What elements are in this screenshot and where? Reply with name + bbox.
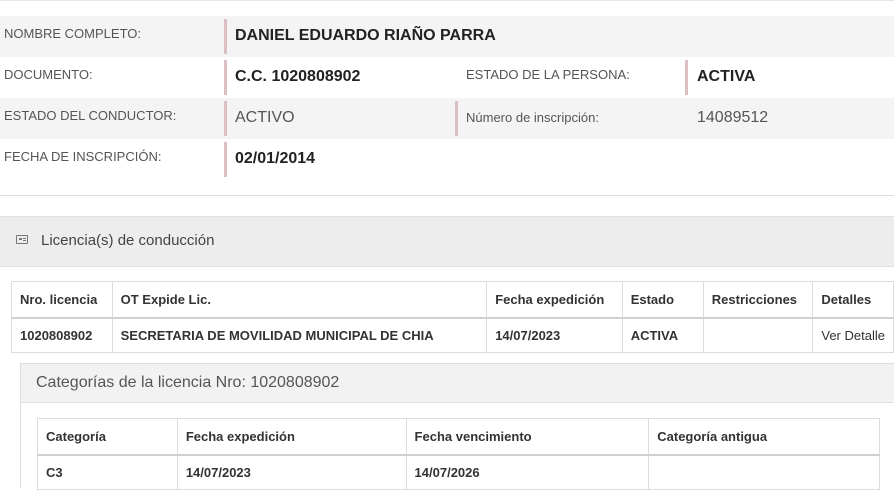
- value-divider: [224, 142, 227, 177]
- numero-inscripcion-label: Número de inscripción:: [466, 110, 599, 125]
- estado-conductor-value: ACTIVO: [235, 109, 295, 126]
- numero-inscripcion-value: 14089512: [697, 109, 769, 126]
- estado-persona-value: ACTIVA: [697, 68, 756, 85]
- documento-label: DOCUMENTO:: [4, 67, 93, 82]
- value-divider: [685, 60, 688, 95]
- licencias-title: Licencia(s) de conducción: [41, 232, 215, 249]
- col-fecha-expedicion: Fecha expedición: [486, 281, 623, 319]
- nombre-label: NOMBRE COMPLETO:: [4, 26, 142, 41]
- table-row: 1020808902 SECRETARIA DE MOVILIDAD MUNIC…: [11, 317, 894, 353]
- table-row: C3 14/07/2023 14/07/2026: [37, 454, 880, 490]
- documento-value: C.C. 1020808902: [235, 68, 361, 85]
- col-fecha-expedicion: Fecha expedición: [176, 418, 407, 456]
- licencias-table: Nro. licencia OT Expide Lic. Fecha exped…: [11, 281, 894, 353]
- nombre-value: DANIEL EDUARDO RIAÑO PARRA: [235, 27, 496, 44]
- col-categoria-antigua: Categoría antigua: [648, 418, 880, 456]
- cell-ot: SECRETARIA DE MOVILIDAD MUNICIPAL DE CHI…: [111, 317, 488, 353]
- fecha-inscripcion-value: 02/01/2014: [235, 150, 316, 167]
- col-detalles: Detalles: [812, 281, 894, 319]
- value-divider: [224, 60, 227, 95]
- cell-expedicion: 14/07/2023: [176, 454, 407, 490]
- col-restricciones: Restricciones: [702, 281, 814, 319]
- value-divider: [224, 19, 227, 54]
- col-ot-expide: OT Expide Lic.: [111, 281, 488, 319]
- categorias-table: Categoría Fecha expedición Fecha vencimi…: [37, 418, 880, 490]
- value-divider: [455, 101, 458, 136]
- categorias-panel: Categorías de la licencia Nro: 102080890…: [20, 363, 894, 490]
- estado-persona-label: ESTADO DE LA PERSONA:: [466, 67, 630, 82]
- row-estado-conductor: ESTADO DEL CONDUCTOR: ACTIVO Número de i…: [0, 98, 894, 139]
- cell-nro: 1020808902: [11, 317, 113, 353]
- col-categoria: Categoría: [37, 418, 178, 456]
- fecha-inscripcion-label: FECHA DE INSCRIPCIÓN:: [4, 149, 162, 164]
- col-estado: Estado: [621, 281, 704, 319]
- value-divider: [224, 101, 227, 136]
- col-fecha-vencimiento: Fecha vencimiento: [405, 418, 650, 456]
- table-header-row: Categoría Fecha expedición Fecha vencimi…: [37, 418, 880, 456]
- cell-categoria: C3: [37, 454, 178, 490]
- row-fecha-inscripcion: FECHA DE INSCRIPCIÓN: 02/01/2014: [0, 139, 894, 180]
- table-header-row: Nro. licencia OT Expide Lic. Fecha exped…: [11, 281, 894, 319]
- categorias-title: Categorías de la licencia Nro: 102080890…: [36, 374, 340, 391]
- section-divider: [0, 195, 894, 196]
- id-card-icon: [16, 235, 28, 244]
- cell-antigua: [648, 454, 880, 490]
- cell-restricciones: [702, 317, 814, 353]
- top-border: [0, 0, 894, 1]
- cell-vencimiento: 14/07/2026: [405, 454, 650, 490]
- col-nro-licencia: Nro. licencia: [11, 281, 113, 319]
- row-nombre: NOMBRE COMPLETO: DANIEL EDUARDO RIAÑO PA…: [0, 16, 894, 57]
- cell-estado: ACTIVA: [621, 317, 704, 353]
- ver-detalle-link[interactable]: Ver Detalle: [812, 317, 894, 353]
- categorias-header: Categorías de la licencia Nro: 102080890…: [21, 364, 894, 403]
- licencias-section-header[interactable]: Licencia(s) de conducción: [0, 216, 894, 267]
- row-documento: DOCUMENTO: C.C. 1020808902 ESTADO DE LA …: [0, 57, 894, 98]
- cell-fecha: 14/07/2023: [486, 317, 623, 353]
- estado-conductor-label: ESTADO DEL CONDUCTOR:: [4, 108, 177, 123]
